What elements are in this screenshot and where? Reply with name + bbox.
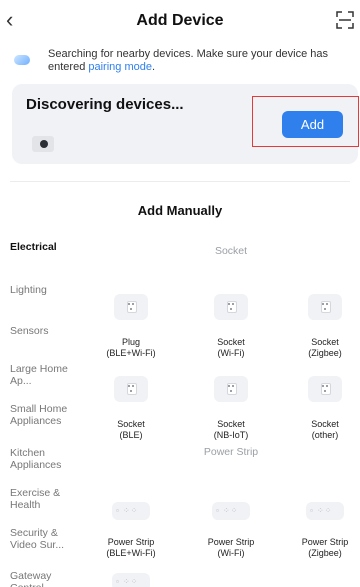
device-power-strip-zigbee[interactable]: Power Strip (Zigbee)	[290, 487, 360, 559]
device-label: Socket (Wi-Fi)	[217, 337, 245, 358]
notice-text: Searching for nearby devices. Make sure …	[48, 48, 348, 74]
discovered-device-icon[interactable]	[32, 136, 54, 152]
section-socket-title: Socket	[214, 245, 248, 257]
power-strip-icon	[112, 573, 150, 587]
category-small-home-appliances[interactable]: Small Home Appliances	[10, 403, 82, 427]
top-bar: ‹ Add Device	[0, 0, 360, 40]
category-sensors[interactable]: Sensors	[10, 325, 49, 337]
device-label: Socket (BLE)	[117, 419, 145, 440]
socket-icon	[214, 294, 248, 320]
device-label: Power Strip (Zigbee)	[301, 537, 349, 558]
divider	[10, 181, 350, 182]
device-plug-ble-wifi[interactable]: Plug (BLE+Wi-Fi)	[96, 283, 166, 359]
device-socket-nbiot[interactable]: Socket (NB-IoT)	[196, 365, 266, 441]
device-label: Plug (BLE+Wi-Fi)	[106, 337, 156, 358]
device-power-strip-partial[interactable]	[96, 569, 166, 587]
pairing-notice: Searching for nearby devices. Make sure …	[14, 46, 350, 76]
discovering-title: Discovering devices...	[26, 96, 184, 113]
socket-icon	[114, 294, 148, 320]
category-lighting[interactable]: Lighting	[10, 284, 47, 296]
add-manually-title: Add Manually	[137, 203, 223, 218]
scan-icon[interactable]	[336, 11, 354, 29]
device-socket-zigbee[interactable]: Socket (Zigbee)	[290, 283, 360, 359]
notice-suffix: .	[151, 61, 156, 73]
device-socket-ble[interactable]: Socket (BLE)	[96, 365, 166, 441]
socket-icon	[214, 376, 248, 402]
device-power-strip-wifi[interactable]: Power Strip (Wi-Fi)	[196, 487, 266, 559]
category-exercise-health[interactable]: Exercise & Health	[10, 487, 62, 511]
device-label: Power Strip (BLE+Wi-Fi)	[106, 537, 156, 558]
power-strip-icon	[306, 502, 344, 520]
power-strip-icon	[212, 502, 250, 520]
bluetooth-search-icon	[14, 55, 30, 65]
device-power-strip-ble-wifi[interactable]: Power Strip (BLE+Wi-Fi)	[96, 487, 166, 559]
category-electrical[interactable]: Electrical	[10, 241, 57, 253]
section-power-strip-title: Power Strip	[203, 446, 259, 458]
device-socket-other[interactable]: Socket (other)	[290, 365, 360, 441]
category-kitchen-appliances[interactable]: Kitchen Appliances	[10, 447, 76, 471]
category-security-video[interactable]: Security & Video Sur...	[10, 527, 74, 551]
device-label: Socket (other)	[311, 419, 339, 440]
socket-icon	[308, 294, 342, 320]
device-socket-wifi[interactable]: Socket (Wi-Fi)	[196, 283, 266, 359]
device-label: Socket (Zigbee)	[308, 337, 342, 358]
power-strip-icon	[112, 502, 150, 520]
category-large-home-appliances[interactable]: Large Home Ap...	[10, 363, 70, 387]
device-label: Power Strip (Wi-Fi)	[207, 537, 255, 558]
page-title: Add Device	[136, 12, 224, 29]
device-label: Socket (NB-IoT)	[213, 419, 249, 440]
add-button[interactable]: Add	[282, 111, 343, 138]
socket-icon	[308, 376, 342, 402]
category-gateway-control[interactable]: Gateway Control	[10, 570, 66, 587]
socket-icon	[114, 376, 148, 402]
pairing-mode-link[interactable]: pairing mode	[88, 61, 152, 73]
